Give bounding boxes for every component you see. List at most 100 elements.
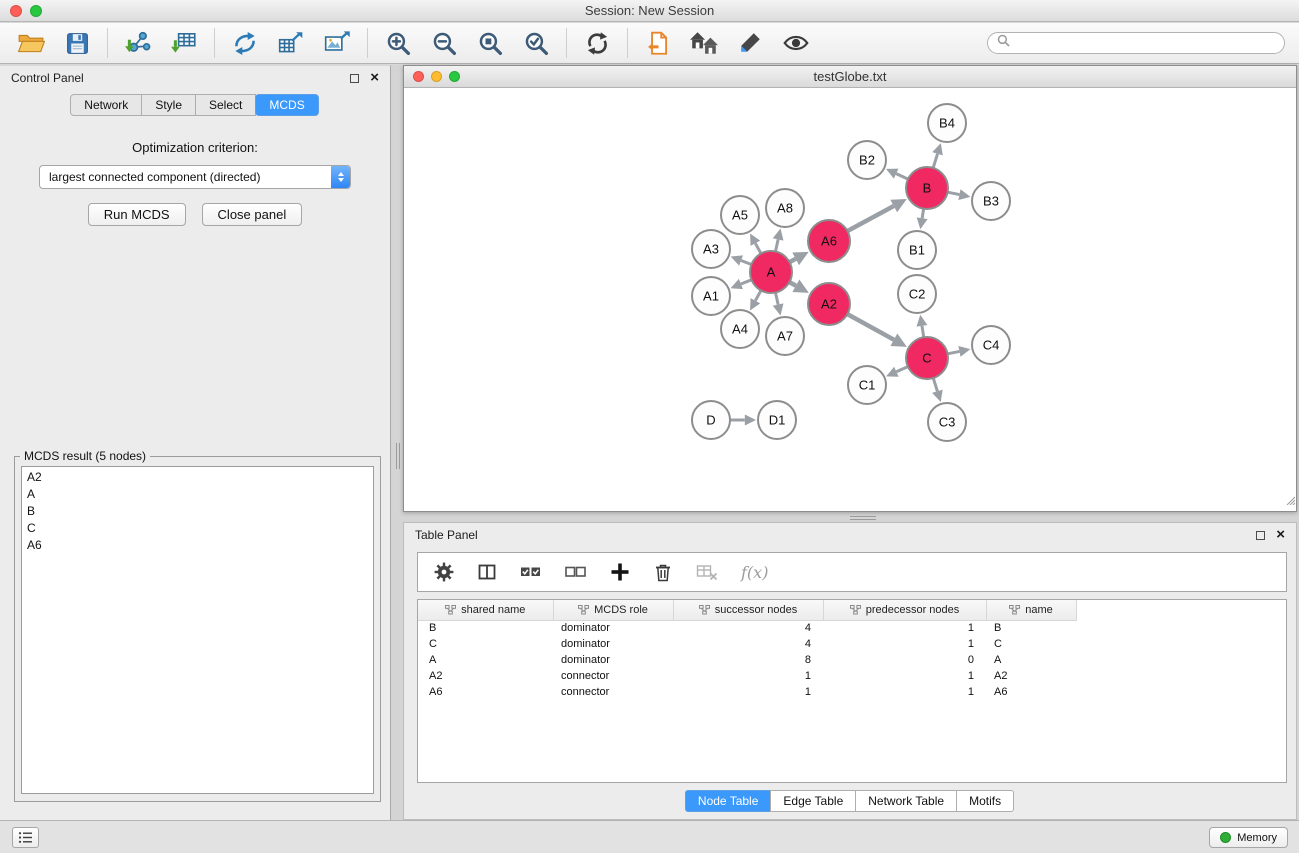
edge-D-D1[interactable]: [730, 415, 756, 426]
node-C[interactable]: C: [906, 337, 948, 379]
table-mode-icon[interactable]: [477, 562, 497, 582]
select-all-icon[interactable]: [520, 562, 542, 582]
node-A6[interactable]: A6: [808, 220, 850, 262]
node-C3[interactable]: C3: [928, 403, 966, 441]
minimize-view-icon[interactable]: [431, 71, 442, 82]
column-header-predecessor-nodes[interactable]: predecessor nodes: [823, 600, 986, 620]
column-header-shared-name[interactable]: shared name: [418, 600, 553, 620]
import-table-file-icon[interactable]: [167, 26, 201, 60]
edge-A-A4[interactable]: [750, 290, 761, 310]
node-C1[interactable]: C1: [848, 366, 886, 404]
table-row[interactable]: A2connector11A2: [418, 668, 1076, 684]
gear-icon[interactable]: [434, 562, 454, 582]
node-B4[interactable]: B4: [928, 104, 966, 142]
float-table-panel-icon[interactable]: [1256, 531, 1265, 540]
edge-A-A8[interactable]: [773, 229, 784, 252]
edge-A-A2[interactable]: [789, 279, 808, 292]
close-table-panel-icon[interactable]: ×: [1276, 530, 1285, 540]
edge-C-C4[interactable]: [948, 346, 971, 357]
tab-network[interactable]: Network: [70, 94, 142, 116]
criterion-dropdown[interactable]: largest connected component (directed): [39, 165, 351, 189]
zoom-window-icon[interactable]: [30, 5, 42, 17]
table-row[interactable]: A6connector11A6: [418, 684, 1076, 700]
search-input[interactable]: [1016, 36, 1275, 50]
export-network-icon[interactable]: [228, 26, 262, 60]
node-A4[interactable]: A4: [721, 310, 759, 348]
mcds-result-item[interactable]: A6: [22, 537, 373, 554]
node-B[interactable]: B: [906, 167, 948, 209]
add-column-icon[interactable]: [610, 562, 630, 582]
deselect-all-icon[interactable]: [565, 562, 587, 582]
node-A[interactable]: A: [750, 251, 792, 293]
edge-C-C2[interactable]: [917, 315, 928, 338]
refresh-view-icon[interactable]: [580, 26, 614, 60]
memory-button[interactable]: Memory: [1209, 827, 1288, 848]
column-header-name[interactable]: name: [986, 600, 1076, 620]
edge-B-B2[interactable]: [886, 169, 908, 179]
run-mcds-button[interactable]: Run MCDS: [88, 203, 186, 226]
task-history-button[interactable]: [12, 827, 39, 848]
node-D1[interactable]: D1: [758, 401, 796, 439]
node-B1[interactable]: B1: [898, 231, 936, 269]
tab-motifs[interactable]: Motifs: [956, 790, 1014, 812]
mcds-result-item[interactable]: C: [22, 520, 373, 537]
export-image-icon[interactable]: [320, 26, 354, 60]
node-B2[interactable]: B2: [848, 141, 886, 179]
close-window-icon[interactable]: [10, 5, 22, 17]
node-B3[interactable]: B3: [972, 182, 1010, 220]
close-view-icon[interactable]: [413, 71, 424, 82]
node-C2[interactable]: C2: [898, 275, 936, 313]
edge-A-A7[interactable]: [773, 293, 784, 316]
mcds-result-item[interactable]: A2: [22, 469, 373, 486]
apply-style-icon[interactable]: [733, 26, 767, 60]
table-row[interactable]: Bdominator41B: [418, 620, 1076, 636]
node-A7[interactable]: A7: [766, 317, 804, 355]
delete-table-icon[interactable]: [696, 562, 718, 582]
close-panel-icon[interactable]: ×: [370, 73, 379, 83]
edge-A-A5[interactable]: [750, 233, 761, 253]
mcds-result-list[interactable]: A2ABCA6: [21, 466, 374, 794]
open-folder-icon[interactable]: [14, 26, 48, 60]
edge-B-B1[interactable]: [917, 209, 928, 230]
tab-style[interactable]: Style: [141, 94, 196, 116]
network-canvas[interactable]: AA1A2A3A4A5A6A7A8BB1B2B3B4CC1C2C3C4DD1: [404, 89, 1296, 511]
edge-A-A6[interactable]: [790, 252, 809, 265]
node-D[interactable]: D: [692, 401, 730, 439]
edge-A-A3[interactable]: [731, 255, 752, 265]
horizontal-splitter[interactable]: [850, 514, 876, 521]
column-header-successor-nodes[interactable]: successor nodes: [673, 600, 823, 620]
edge-A-A1[interactable]: [730, 279, 751, 289]
table-row[interactable]: Adominator80A: [418, 652, 1076, 668]
node-A3[interactable]: A3: [692, 230, 730, 268]
zoom-selected-icon[interactable]: [519, 26, 553, 60]
edge-A6-B[interactable]: [847, 199, 906, 231]
tab-edge-table[interactable]: Edge Table: [770, 790, 856, 812]
node-A2[interactable]: A2: [808, 283, 850, 325]
node-A1[interactable]: A1: [692, 277, 730, 315]
edge-C-C1[interactable]: [886, 367, 908, 377]
delete-column-icon[interactable]: [653, 562, 673, 582]
tab-select[interactable]: Select: [195, 94, 256, 116]
tab-node-table[interactable]: Node Table: [685, 790, 772, 812]
edge-B-B4[interactable]: [932, 143, 943, 168]
search-box[interactable]: [987, 32, 1285, 54]
table-row[interactable]: Cdominator41C: [418, 636, 1076, 652]
save-icon[interactable]: [60, 26, 94, 60]
zoom-in-icon[interactable]: [381, 26, 415, 60]
zoom-fit-icon[interactable]: [473, 26, 507, 60]
tab-network-table[interactable]: Network Table: [855, 790, 957, 812]
import-network-file-icon[interactable]: [121, 26, 155, 60]
show-details-eye-icon[interactable]: [779, 26, 813, 60]
zoom-view-icon[interactable]: [449, 71, 460, 82]
edge-C-C3[interactable]: [932, 378, 942, 402]
export-table-icon[interactable]: [274, 26, 308, 60]
edge-B-B3[interactable]: [948, 189, 971, 200]
open-session-doc-icon[interactable]: [641, 26, 675, 60]
close-panel-button[interactable]: Close panel: [202, 203, 303, 226]
float-panel-icon[interactable]: [350, 74, 359, 83]
mcds-result-item[interactable]: A: [22, 486, 373, 503]
node-C4[interactable]: C4: [972, 326, 1010, 364]
tab-mcds[interactable]: MCDS: [255, 94, 318, 116]
zoom-out-icon[interactable]: [427, 26, 461, 60]
resize-grip-icon[interactable]: [1285, 492, 1295, 510]
